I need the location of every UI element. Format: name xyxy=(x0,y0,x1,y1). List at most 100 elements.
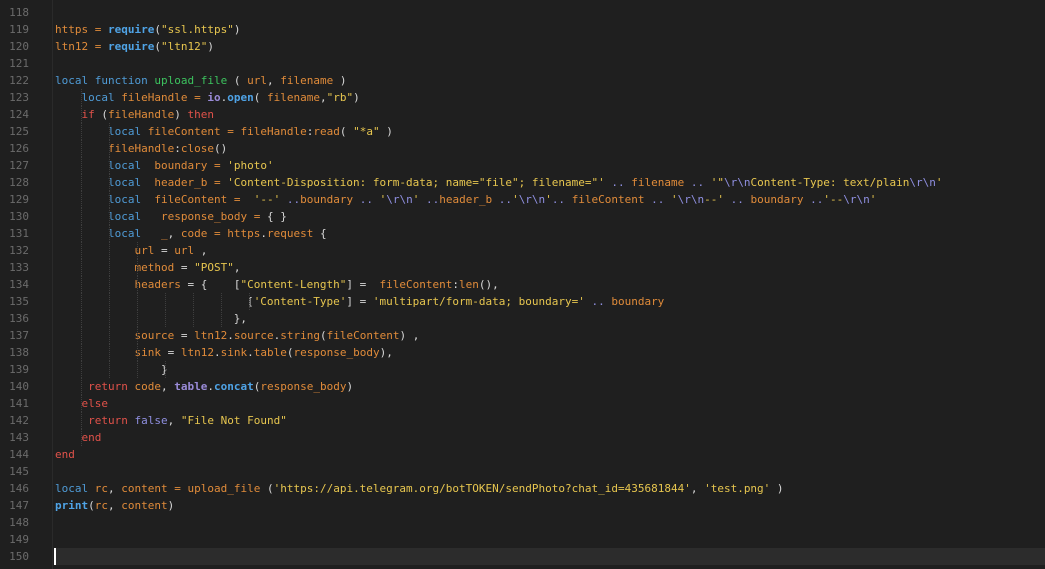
code-line[interactable]: ltn12 = require("ltn12") xyxy=(55,38,1045,55)
code-token: url xyxy=(174,244,195,257)
code-line[interactable]: end xyxy=(55,446,1045,463)
text-cursor xyxy=(54,548,56,565)
indent-guide xyxy=(109,344,111,361)
code-line[interactable]: local _, code = https.request { xyxy=(55,225,1045,242)
code-token: .. xyxy=(353,193,380,206)
code-token: "ssl.https" xyxy=(160,23,234,36)
code-token: = xyxy=(227,193,254,206)
code-token: fileContent xyxy=(147,125,221,138)
code-token: code xyxy=(134,380,162,393)
code-token: ( xyxy=(154,40,161,53)
indent-guide xyxy=(137,293,139,310)
code-line[interactable]: }, xyxy=(55,310,1045,327)
code-line[interactable] xyxy=(55,4,1045,21)
code-line[interactable]: local fileContent = fileHandle:read( "*a… xyxy=(55,123,1045,140)
code-token: ( xyxy=(154,23,161,36)
code-token: ltn12 xyxy=(180,346,214,359)
code-token: = xyxy=(174,329,195,342)
code-line[interactable]: local fileHandle = io.open( filename,"rb… xyxy=(55,89,1045,106)
code-token: . xyxy=(227,329,234,342)
code-area[interactable]: https = require("ssl.https") ltn12 = requ… xyxy=(54,4,1045,565)
code-token: '--' xyxy=(253,193,281,206)
code-line[interactable]: local response_body = { } xyxy=(55,208,1045,225)
code-line[interactable]: else xyxy=(55,395,1045,412)
code-line[interactable]: ['Content-Type'] = 'multipart/form-data;… xyxy=(55,293,1045,310)
code-token: ( xyxy=(319,329,327,342)
line-number: 133 xyxy=(9,261,29,274)
code-line[interactable]: end xyxy=(55,429,1045,446)
code-token: ltn12 xyxy=(55,40,89,53)
code-token: ) , xyxy=(399,329,420,342)
code-line[interactable]: } xyxy=(55,361,1045,378)
code-token: , xyxy=(194,244,208,257)
code-line[interactable]: return code, table.concat(response_body) xyxy=(55,378,1045,395)
code-token: = xyxy=(207,227,228,240)
code-line[interactable]: https = require("ssl.https") xyxy=(55,21,1045,38)
code-line[interactable]: print(rc, content) xyxy=(55,497,1045,514)
code-line[interactable]: local function upload_file ( url, filena… xyxy=(55,72,1045,89)
code-token: .. xyxy=(644,193,672,206)
code-token: \r\n xyxy=(723,176,751,189)
code-line[interactable] xyxy=(55,55,1045,72)
code-token: \r\n xyxy=(677,193,705,206)
code-token: filename xyxy=(266,91,320,104)
code-editor[interactable]: 118 119 120 121 122 123 124 125 126 127 128 129 130 1… xyxy=(0,0,1045,569)
code-token: io xyxy=(207,91,221,104)
indent-guide xyxy=(81,344,83,361)
indent-guide xyxy=(165,293,167,310)
code-token: "File Not Found" xyxy=(180,414,287,427)
code-line[interactable]: url = url , xyxy=(55,242,1045,259)
code-token: = xyxy=(207,176,228,189)
code-token: = xyxy=(207,159,228,172)
code-token: . xyxy=(247,346,254,359)
indent-guide xyxy=(109,225,111,242)
code-line[interactable]: sink = ltn12.sink.table(response_body), xyxy=(55,344,1045,361)
code-token: , xyxy=(319,91,327,104)
line-number: 143 xyxy=(9,431,29,444)
code-line[interactable]: method = "POST", xyxy=(55,259,1045,276)
code-line[interactable]: local rc, content = upload_file ('https:… xyxy=(55,480,1045,497)
code-line[interactable] xyxy=(55,531,1045,548)
code-token: else xyxy=(81,397,109,410)
code-token: () xyxy=(213,142,228,155)
code-token: 'photo' xyxy=(227,159,274,172)
code-line[interactable]: return false, "File Not Found" xyxy=(55,412,1045,429)
code-line[interactable]: local boundary = 'photo' xyxy=(55,157,1045,174)
code-token: }, xyxy=(55,312,248,325)
code-line[interactable]: headers = { ["Content-Length"] = fileCon… xyxy=(55,276,1045,293)
indent-guide xyxy=(81,89,83,106)
code-token: return xyxy=(88,414,128,427)
code-token: 'Content-Type' xyxy=(253,295,347,308)
code-line[interactable]: local fileContent = '--' ..boundary .. '… xyxy=(55,191,1045,208)
code-line[interactable] xyxy=(55,463,1045,480)
line-number: 136 xyxy=(9,312,29,325)
current-code-line[interactable] xyxy=(54,548,1045,565)
code-line[interactable] xyxy=(55,514,1045,531)
code-token: upload_file xyxy=(187,482,261,495)
code-line[interactable]: local header_b = 'Content-Disposition: f… xyxy=(55,174,1045,191)
code-token: = xyxy=(247,210,267,223)
code-token: \r\n xyxy=(518,193,546,206)
code-token: . xyxy=(260,227,267,240)
line-number-gutter: 118 119 120 121 122 123 124 125 126 127 128 129 130 1… xyxy=(0,4,44,565)
code-line[interactable]: source = ltn12.source.string(fileContent… xyxy=(55,327,1045,344)
indent-guide xyxy=(81,208,83,225)
line-number: 131 xyxy=(9,227,29,240)
code-line[interactable]: fileHandle:close() xyxy=(55,140,1045,157)
code-line[interactable]: if (fileHandle) then xyxy=(55,106,1045,123)
code-token: = xyxy=(160,346,181,359)
code-token: } xyxy=(55,363,168,376)
code-token: "*a" xyxy=(353,125,380,138)
code-token: local xyxy=(107,193,142,206)
code-token: header_b xyxy=(439,193,493,206)
indent-guide xyxy=(137,344,139,361)
code-token: open xyxy=(227,91,254,104)
code-token: = xyxy=(88,40,108,53)
